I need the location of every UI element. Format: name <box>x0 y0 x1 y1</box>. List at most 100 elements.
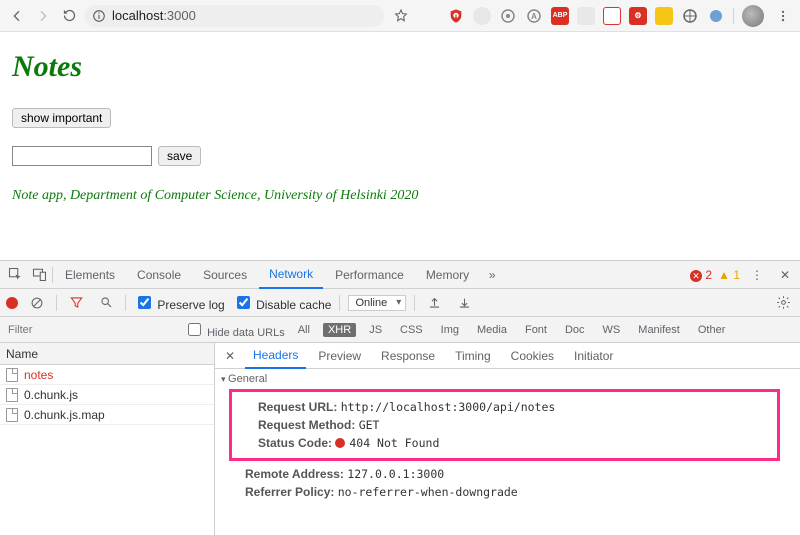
extension-icon-6[interactable]: ⚙ <box>629 7 647 25</box>
reload-button[interactable] <box>58 5 80 27</box>
detail-tab-preview[interactable]: Preview <box>310 343 369 369</box>
status-code-row: Status Code: 404 Not Found <box>240 434 769 452</box>
extension-icon-2[interactable] <box>499 7 517 25</box>
extension-icon-9[interactable] <box>707 7 725 25</box>
filter-all[interactable]: All <box>293 323 315 337</box>
forward-button[interactable] <box>32 5 54 27</box>
detail-tab-cookies[interactable]: Cookies <box>503 343 562 369</box>
disable-cache-checkbox[interactable]: Disable cache <box>233 293 332 312</box>
filter-img[interactable]: Img <box>436 323 464 337</box>
divider <box>733 8 734 24</box>
filter-js[interactable]: JS <box>364 323 387 337</box>
file-icon <box>6 408 18 422</box>
page-title: Notes <box>12 50 788 84</box>
show-important-button[interactable]: show important <box>12 108 111 128</box>
detail-tab-headers[interactable]: Headers <box>245 343 306 369</box>
profile-avatar[interactable] <box>742 5 764 27</box>
extension-icon-7[interactable] <box>655 7 673 25</box>
filter-font[interactable]: Font <box>520 323 552 337</box>
tab-network[interactable]: Network <box>259 261 323 289</box>
filter-manifest[interactable]: Manifest <box>633 323 685 337</box>
inspect-element-icon[interactable] <box>4 264 26 286</box>
extension-icon-5[interactable] <box>603 7 621 25</box>
extension-icon-3[interactable]: A <box>525 7 543 25</box>
new-note-input[interactable] <box>12 146 152 166</box>
filter-css[interactable]: CSS <box>395 323 428 337</box>
network-toolbar: Preserve log Disable cache Online <box>0 289 800 317</box>
detail-tab-response[interactable]: Response <box>373 343 443 369</box>
url-path: :3000 <box>163 8 196 23</box>
devtools-menu-icon[interactable]: ⋮ <box>746 264 768 286</box>
extension-icon-1[interactable] <box>473 7 491 25</box>
devtools-tabs: Elements Console Sources Network Perform… <box>0 261 800 289</box>
filter-doc[interactable]: Doc <box>560 323 590 337</box>
error-count-badge[interactable]: ✕ 2 <box>690 268 712 282</box>
divider <box>125 295 126 311</box>
detail-tab-initiator[interactable]: Initiator <box>566 343 621 369</box>
filter-xhr[interactable]: XHR <box>323 323 356 337</box>
page-footer: Note app, Department of Computer Science… <box>12 188 788 204</box>
network-filter-row: Hide data URLs All XHR JS CSS Img Media … <box>0 317 800 343</box>
request-url-row: Request URL: http://localhost:3000/api/n… <box>240 398 769 416</box>
svg-text:A: A <box>531 12 537 21</box>
filter-ws[interactable]: WS <box>598 323 626 337</box>
search-icon[interactable] <box>95 292 117 314</box>
record-button[interactable] <box>6 297 18 309</box>
extension-icon-4[interactable] <box>577 7 595 25</box>
browser-toolbar: localhost:3000 A ABP ⚙ <box>0 0 800 32</box>
bookmark-star-icon[interactable] <box>390 5 412 27</box>
extension-icon-8[interactable] <box>681 7 699 25</box>
filter-media[interactable]: Media <box>472 323 512 337</box>
request-row-chunk-map[interactable]: 0.chunk.js.map <box>0 405 214 425</box>
detail-tab-timing[interactable]: Timing <box>447 343 499 369</box>
tab-console[interactable]: Console <box>127 261 191 289</box>
request-detail-pane: ✕ Headers Preview Response Timing Cookie… <box>215 343 800 535</box>
extension-icons: A ABP ⚙ <box>447 5 794 27</box>
upload-har-icon[interactable] <box>423 292 445 314</box>
site-info-icon[interactable] <box>92 9 106 23</box>
warning-count-badge[interactable]: ▲ 1 <box>718 268 740 282</box>
status-dot-icon <box>335 438 345 448</box>
tab-elements[interactable]: Elements <box>55 261 125 289</box>
tab-sources[interactable]: Sources <box>193 261 257 289</box>
network-request-list: Name notes 0.chunk.js 0.chunk.js.map <box>0 343 215 535</box>
filter-other[interactable]: Other <box>693 323 731 337</box>
back-button[interactable] <box>6 5 28 27</box>
file-icon <box>6 388 18 402</box>
download-har-icon[interactable] <box>453 292 475 314</box>
network-settings-icon[interactable] <box>772 292 794 314</box>
preserve-log-checkbox[interactable]: Preserve log <box>134 293 225 312</box>
request-method-row: Request Method: GET <box>240 416 769 434</box>
divider <box>339 295 340 311</box>
referrer-policy-row: Referrer Policy: no-referrer-when-downgr… <box>215 483 800 501</box>
clear-button[interactable] <box>26 292 48 314</box>
network-panes: Name notes 0.chunk.js 0.chunk.js.map ✕ H… <box>0 343 800 535</box>
tabs-overflow-icon[interactable]: » <box>481 264 503 286</box>
hide-data-urls-checkbox[interactable]: Hide data URLs <box>184 320 285 339</box>
detail-tabs: ✕ Headers Preview Response Timing Cookie… <box>215 343 800 369</box>
divider <box>52 267 53 283</box>
url-host: localhost <box>112 8 163 23</box>
filter-input[interactable] <box>6 323 66 337</box>
url-bar[interactable]: localhost:3000 <box>84 5 384 27</box>
ublock-icon[interactable] <box>447 7 465 25</box>
save-button[interactable]: save <box>158 146 201 166</box>
remote-address-row: Remote Address: 127.0.0.1:3000 <box>215 465 800 483</box>
filter-toggle-icon[interactable] <box>65 292 87 314</box>
adblock-plus-icon[interactable]: ABP <box>551 7 569 25</box>
page-content: Notes show important save Note app, Depa… <box>0 32 800 260</box>
name-column-header[interactable]: Name <box>0 343 214 365</box>
highlight-box: Request URL: http://localhost:3000/api/n… <box>229 389 780 461</box>
general-section-title[interactable]: General <box>215 369 800 389</box>
request-row-notes[interactable]: notes <box>0 365 214 385</box>
throttle-select[interactable]: Online <box>348 295 406 311</box>
request-row-chunk-js[interactable]: 0.chunk.js <box>0 385 214 405</box>
tab-memory[interactable]: Memory <box>416 261 479 289</box>
chrome-menu-button[interactable] <box>772 5 794 27</box>
device-toolbar-icon[interactable] <box>28 264 50 286</box>
divider <box>414 295 415 311</box>
file-icon <box>6 368 18 382</box>
tab-performance[interactable]: Performance <box>325 261 414 289</box>
close-detail-icon[interactable]: ✕ <box>219 345 241 367</box>
devtools-close-icon[interactable]: ✕ <box>774 264 796 286</box>
